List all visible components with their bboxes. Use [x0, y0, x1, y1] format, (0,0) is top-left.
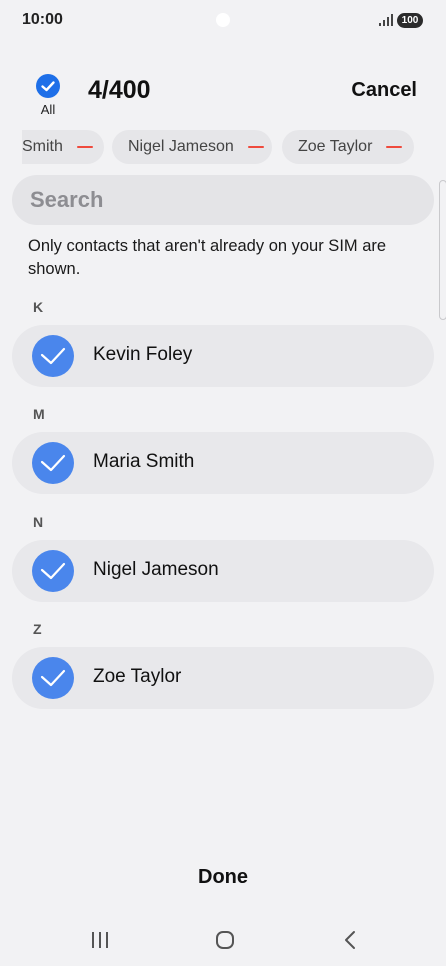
section-header-z: Z: [33, 621, 42, 637]
section-header-m: M: [33, 406, 45, 422]
contact-name: Kevin Foley: [93, 344, 193, 365]
selected-chip[interactable]: Zoe Taylor: [282, 130, 414, 164]
chip-label: Nigel Jameson: [128, 138, 234, 155]
section-header-n: N: [33, 514, 44, 530]
selected-contacts-chips: Smith Nigel Jameson Zoe Taylor: [22, 130, 446, 166]
chip-label: Zoe Taylor: [298, 138, 373, 155]
checkmark-icon[interactable]: [32, 657, 74, 699]
selection-count: 4/400: [88, 76, 151, 104]
cancel-button[interactable]: Cancel: [351, 79, 417, 102]
sim-notice: Only contacts that aren't already on you…: [28, 237, 387, 278]
contact-row-maria-smith[interactable]: Maria Smith: [12, 432, 434, 494]
checkmark-icon[interactable]: [32, 550, 74, 592]
navigation-bar: [0, 916, 446, 966]
search-placeholder: Search: [30, 187, 104, 212]
selected-chip[interactable]: Smith: [22, 130, 104, 164]
select-all-toggle[interactable]: All: [30, 72, 66, 118]
selected-chip[interactable]: Nigel Jameson: [112, 130, 272, 164]
checkmark-icon[interactable]: [32, 442, 74, 484]
checkmark-icon: [36, 74, 60, 98]
home-icon[interactable]: [215, 930, 235, 950]
contact-name: Nigel Jameson: [93, 559, 219, 580]
remove-icon[interactable]: [76, 146, 93, 148]
battery-icon: 100: [397, 13, 423, 28]
section-header-k: K: [33, 299, 44, 315]
contact-name: Zoe Taylor: [93, 666, 182, 687]
scrollbar[interactable]: [439, 180, 446, 320]
checkmark-icon[interactable]: [32, 335, 74, 377]
done-button[interactable]: Done: [0, 866, 446, 889]
status-bar: 10:00 100: [0, 0, 446, 40]
contact-row-kevin-foley[interactable]: Kevin Foley: [12, 325, 434, 387]
status-time: 10:00: [22, 11, 63, 28]
remove-icon[interactable]: [386, 146, 403, 148]
select-all-label: All: [40, 102, 56, 117]
camera-cutout: [216, 13, 230, 27]
contact-name: Maria Smith: [93, 451, 195, 472]
chip-label: Smith: [22, 138, 63, 155]
back-icon[interactable]: [343, 930, 357, 950]
contact-row-nigel-jameson[interactable]: Nigel Jameson: [12, 540, 434, 602]
contact-row-zoe-taylor[interactable]: Zoe Taylor: [12, 647, 434, 709]
search-input[interactable]: Search: [12, 175, 434, 225]
recent-apps-icon[interactable]: [90, 931, 110, 949]
remove-icon[interactable]: [247, 146, 264, 148]
signal-icon: [379, 14, 393, 26]
